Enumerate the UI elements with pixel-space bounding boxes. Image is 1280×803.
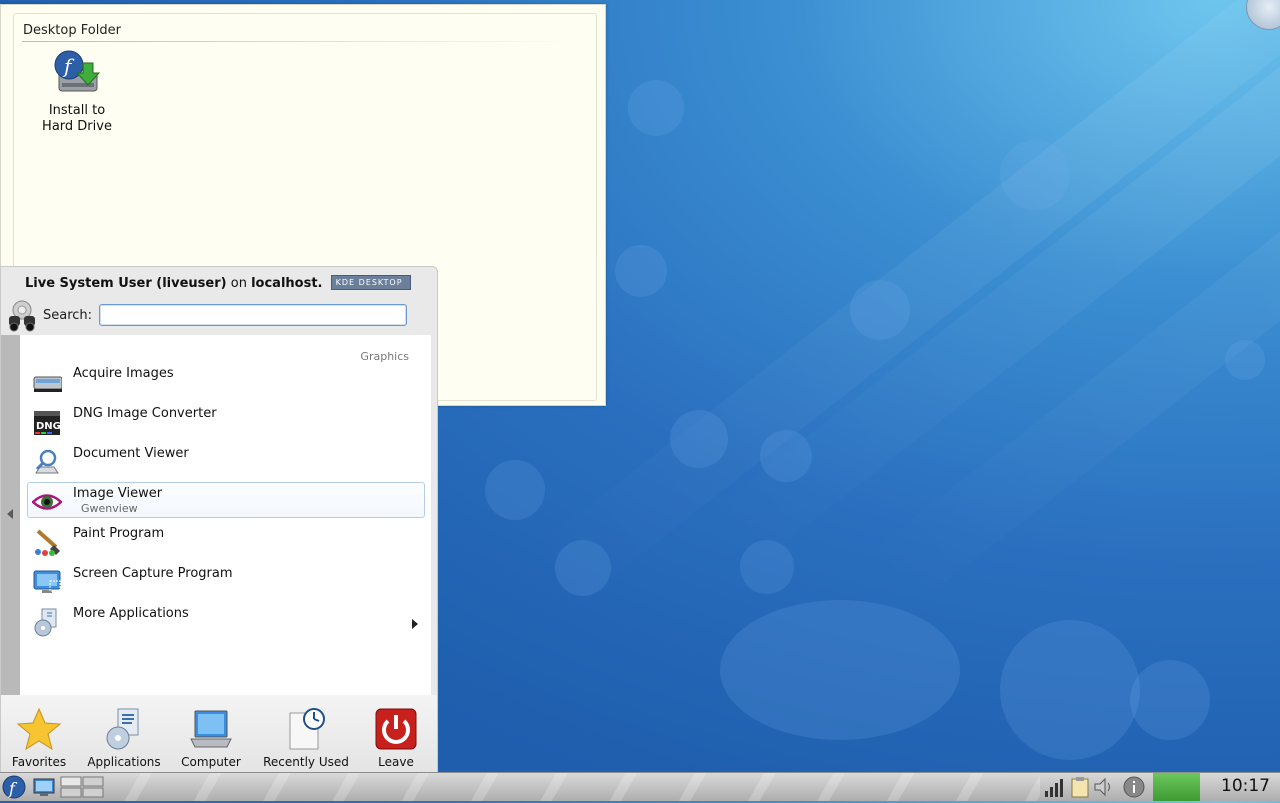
clock-icon	[284, 707, 328, 751]
tab-label: Recently Used	[263, 755, 349, 769]
show-desktop-icon[interactable]	[32, 775, 56, 799]
back-arrow-icon	[7, 509, 13, 519]
wallpaper-bokeh	[760, 430, 812, 482]
app-item-acquire-images[interactable]: Acquire Images	[27, 362, 425, 398]
scanner-icon	[32, 367, 63, 397]
screen-capture-icon	[32, 567, 62, 597]
app-item-screen-capture-program[interactable]: Screen Capture Program	[27, 562, 425, 598]
tab-leave[interactable]: Leave	[367, 695, 425, 769]
wallpaper-bokeh	[740, 540, 794, 594]
wallpaper-bokeh	[1130, 660, 1210, 740]
install-icon-label-line1: Install to	[48, 103, 106, 118]
dng-icon: DNG	[32, 407, 62, 437]
binoculars-icon	[5, 298, 39, 332]
active-tray-indicator[interactable]	[1153, 773, 1200, 801]
paintbrush-icon	[32, 527, 62, 557]
clipboard-icon[interactable]	[1068, 775, 1092, 799]
kickoff-menu: Live System User (liveuser) on localhost…	[0, 266, 438, 773]
desktop-folder-title: Desktop Folder	[23, 23, 121, 38]
app-item-generic-name: Gwenview	[81, 502, 138, 515]
tab-favorites[interactable]: Favorites	[5, 695, 73, 769]
wallpaper-bokeh	[670, 410, 728, 468]
wallpaper-bokeh	[628, 80, 684, 136]
app-item-paint-program[interactable]: Paint Program	[27, 522, 425, 558]
search-input[interactable]	[99, 304, 407, 326]
network-icon[interactable]	[1042, 775, 1066, 799]
application-list: Graphics Acquire Images DNG DNG Image Co…	[20, 335, 431, 695]
fedora-launcher-icon[interactable]: f	[2, 775, 26, 799]
app-item-name: More Applications	[73, 606, 189, 621]
app-item-name: DNG Image Converter	[73, 406, 217, 421]
document-viewer-icon	[32, 447, 62, 477]
wallpaper-bokeh	[555, 540, 611, 596]
app-item-name: Paint Program	[73, 526, 165, 541]
kde-badge-text: KDE DESKTOP	[335, 278, 403, 287]
app-item-name: Image Viewer	[73, 486, 163, 501]
tab-label: Applications	[87, 755, 161, 769]
tab-label: Leave	[378, 755, 414, 769]
applications-icon	[102, 707, 146, 751]
wallpaper-bokeh	[1000, 620, 1140, 760]
install-icon-label-line2: Hard Drive	[42, 119, 112, 134]
tab-computer[interactable]: Computer	[177, 695, 245, 769]
clock[interactable]: 10:17	[1221, 776, 1270, 796]
wallpaper-bokeh	[1000, 140, 1070, 210]
submenu-arrow-icon	[412, 619, 418, 629]
title-divider	[22, 41, 588, 42]
wallpaper-bokeh	[485, 460, 545, 520]
kickoff-tab-bar: Favorites Applications Computer Recently…	[1, 695, 437, 773]
app-item-more-applications[interactable]: More Applications	[27, 602, 425, 638]
laptop-icon	[189, 707, 233, 751]
tab-label: Favorites	[11, 755, 67, 769]
host-name: localhost.	[251, 276, 323, 291]
wallpaper-bokeh	[1225, 340, 1265, 380]
tab-label: Computer	[181, 755, 241, 769]
app-item-name: Document Viewer	[73, 446, 189, 461]
panel-decoration	[106, 773, 1040, 801]
fedora-install-icon: f	[53, 49, 101, 97]
user-name: Live System User (liveuser)	[25, 276, 227, 291]
eye-icon	[31, 487, 63, 517]
tab-applications[interactable]: Applications	[84, 695, 164, 769]
app-item-name: Screen Capture Program	[73, 566, 233, 581]
power-icon	[374, 707, 418, 751]
app-item-document-viewer[interactable]: Document Viewer	[27, 442, 425, 478]
info-icon[interactable]	[1122, 775, 1146, 799]
pager-icon[interactable]	[60, 775, 104, 799]
app-item-dng-image-converter[interactable]: DNG DNG Image Converter	[27, 402, 425, 438]
kde-desktop-badge: KDE DESKTOP	[330, 275, 411, 290]
user-on-text: on	[230, 276, 247, 291]
wallpaper-bokeh	[850, 280, 910, 340]
install-to-hard-drive-icon[interactable]: f Install to Hard Drive	[25, 49, 129, 135]
wallpaper-bokeh	[720, 600, 960, 740]
app-item-name: Acquire Images	[73, 366, 174, 381]
search-label: Search:	[43, 308, 93, 323]
wallpaper-bokeh	[615, 245, 667, 297]
taskbar-panel: f 10:17	[0, 772, 1280, 801]
svg-text:DNG: DNG	[36, 421, 61, 432]
app-item-image-viewer[interactable]: Image Viewer Gwenview	[27, 482, 425, 518]
tab-recently-used[interactable]: Recently Used	[259, 695, 353, 769]
applications-icon	[32, 607, 62, 637]
star-icon	[16, 707, 62, 751]
volume-icon[interactable]	[1092, 775, 1116, 799]
user-info: Live System User (liveuser) on localhost…	[25, 275, 411, 291]
back-navigation-bar[interactable]	[1, 335, 20, 695]
